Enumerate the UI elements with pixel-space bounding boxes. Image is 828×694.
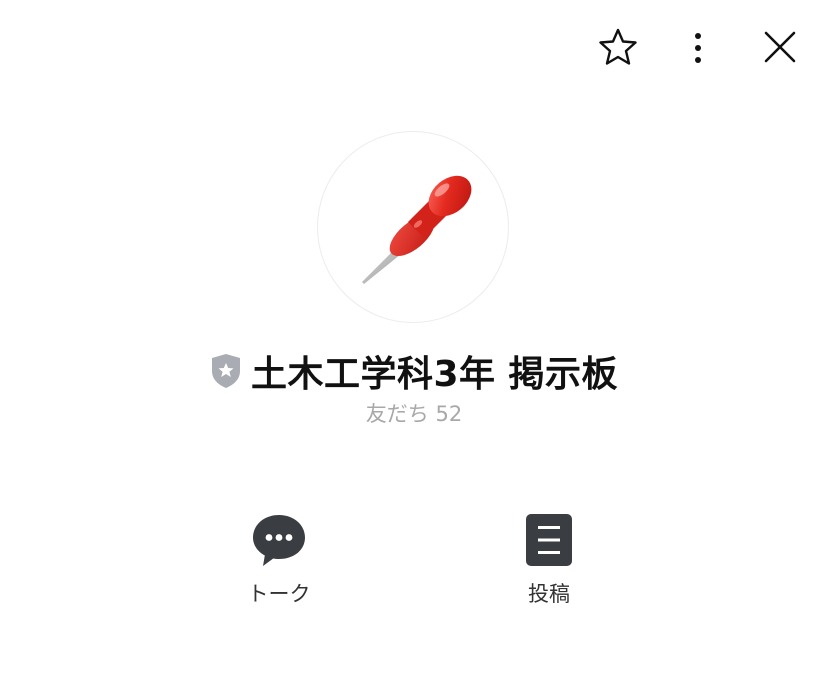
group-avatar[interactable]: [317, 131, 509, 323]
group-title-row: 土木工学科3年 掲示板: [0, 342, 828, 400]
post-button[interactable]: 投稿: [479, 512, 619, 608]
star-outline-icon: [599, 28, 637, 65]
close-icon: [764, 31, 796, 63]
post-document-icon: [526, 514, 572, 566]
close-button[interactable]: [757, 24, 803, 70]
post-label: 投稿: [528, 582, 570, 606]
more-vertical-icon: [695, 33, 701, 63]
chat-bubble-icon: [253, 515, 305, 566]
official-shield-star-icon: [211, 354, 240, 388]
talk-button[interactable]: トーク: [209, 512, 349, 608]
group-name: 土木工学科3年 掲示板: [250, 354, 619, 395]
pushpin-icon: [362, 175, 472, 284]
group-profile-screen: 土木工学科3年 掲示板 友だち 52 トーク 投稿: [0, 0, 828, 694]
more-options-button[interactable]: [675, 24, 721, 70]
friends-count: 友だち 52: [365, 402, 463, 426]
favorite-button[interactable]: [595, 24, 641, 70]
talk-label: トーク: [247, 582, 311, 606]
